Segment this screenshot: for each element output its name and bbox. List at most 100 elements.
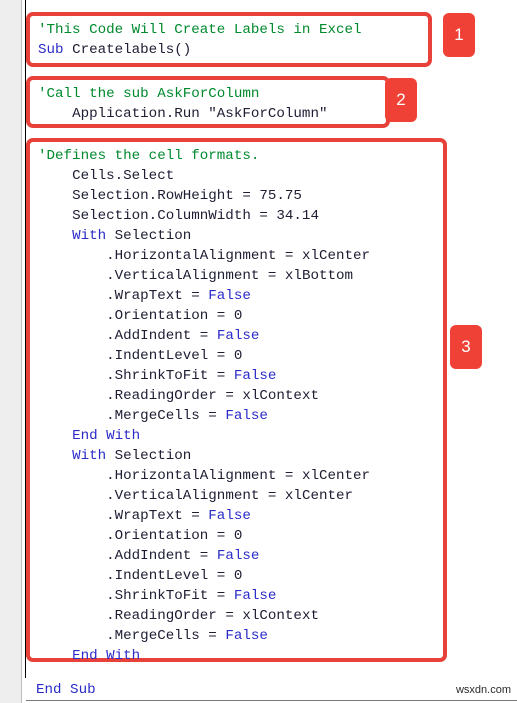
code-line: .ReadingOrder = xlContext <box>38 386 437 406</box>
code-line: .VerticalAlignment = xlCenter <box>38 486 437 506</box>
code-token-plain: .HorizontalAlignment = xlCenter <box>106 248 371 264</box>
code-token-keyword: False <box>225 408 268 424</box>
code-token-plain: Selection.ColumnWidth = 34.14 <box>72 208 319 224</box>
code-line: .HorizontalAlignment = xlCenter <box>38 466 437 486</box>
code-token-plain: .HorizontalAlignment = xlCenter <box>106 468 371 484</box>
code-token-plain: Createlabels() <box>72 42 192 58</box>
code-token-keyword: With <box>72 448 115 464</box>
code-line: Selection.ColumnWidth = 34.14 <box>38 206 437 226</box>
code-token-plain: .ReadingOrder = xlContext <box>106 388 319 404</box>
annotated-code-block-2: 'Call the sub AskForColumn Application.R… <box>26 76 390 128</box>
code-token-keyword: With <box>72 228 115 244</box>
code-line: .MergeCells = False <box>38 406 437 426</box>
annotation-badge-3: 3 <box>450 325 482 369</box>
code-token-keyword: False <box>216 548 260 564</box>
code-token-keyword: End With <box>72 428 141 444</box>
code-line: .Orientation = 0 <box>38 526 437 546</box>
code-token-plain: Selection.RowHeight = 75.75 <box>72 188 302 204</box>
code-line: .MergeCells = False <box>38 626 437 646</box>
code-token-comment: 'Call the sub AskForColumn <box>38 86 260 102</box>
end-sub-line: End Sub <box>36 682 96 698</box>
code-line: End With <box>38 646 437 666</box>
code-canvas: 'This Code Will Create Labels in Excel Su… <box>0 0 517 703</box>
code-line: Application.Run "AskForColumn" <box>38 104 380 124</box>
watermark-label: wsxdn.com <box>455 684 511 696</box>
code-line: .ShrinkToFit = False <box>38 586 437 606</box>
code-line: With Selection <box>38 446 437 466</box>
code-token-comment: 'This Code Will Create Labels in Excel <box>38 22 362 38</box>
code-line: 'Defines the cell formats. <box>38 146 437 166</box>
code-token-plain: .WrapText = <box>106 288 209 304</box>
code-token-plain: .AddIndent = <box>106 548 217 564</box>
annotated-code-block-1: 'This Code Will Create Labels in Excel Su… <box>26 12 432 67</box>
code-token-keyword: False <box>216 328 260 344</box>
code-token-plain: .Orientation = 0 <box>106 308 243 324</box>
code-token-plain: Cells.Select <box>72 168 175 184</box>
code-token-plain: Selection <box>114 448 192 464</box>
code-token-plain: .Orientation = 0 <box>106 528 243 544</box>
code-line: .IndentLevel = 0 <box>38 346 437 366</box>
code-token-plain: .IndentLevel = 0 <box>106 568 243 584</box>
code-token-plain: .MergeCells = <box>106 408 226 424</box>
code-line: .IndentLevel = 0 <box>38 566 437 586</box>
code-line: Selection.RowHeight = 75.75 <box>38 186 437 206</box>
code-line: .Orientation = 0 <box>38 306 437 326</box>
annotation-badge-1: 1 <box>443 13 475 57</box>
code-token-plain: .IndentLevel = 0 <box>106 348 243 364</box>
code-line: .WrapText = False <box>38 286 437 306</box>
code-line: .AddIndent = False <box>38 546 437 566</box>
code-token-plain: Application.Run "AskForColumn" <box>72 106 328 122</box>
code-line: .HorizontalAlignment = xlCenter <box>38 246 437 266</box>
code-token-plain: .VerticalAlignment = xlCenter <box>106 488 354 504</box>
code-token-keyword: False <box>208 508 251 524</box>
code-token-plain: .VerticalAlignment = xlBottom <box>106 268 354 284</box>
code-token-plain: .WrapText = <box>106 508 209 524</box>
code-line: Sub Createlabels() <box>38 40 422 60</box>
code-token-comment: 'Defines the cell formats. <box>38 148 260 164</box>
code-line: .WrapText = False <box>38 506 437 526</box>
code-line: End With <box>38 426 437 446</box>
bottom-divider <box>26 700 517 701</box>
code-token-plain: .AddIndent = <box>106 328 217 344</box>
code-line: With Selection <box>38 226 437 246</box>
code-line: Cells.Select <box>38 166 437 186</box>
code-line: .VerticalAlignment = xlBottom <box>38 266 437 286</box>
code-token-plain: .ShrinkToFit = <box>106 588 234 604</box>
code-token-keyword: Sub <box>38 42 73 58</box>
code-token-keyword: False <box>225 628 268 644</box>
code-token-plain: Selection <box>114 228 192 244</box>
code-token-keyword: End With <box>72 648 141 664</box>
annotated-code-block-3: 'Defines the cell formats. Cells.Select … <box>26 138 447 664</box>
code-token-keyword: False <box>233 368 277 384</box>
code-token-plain: .ShrinkToFit = <box>106 368 234 384</box>
annotation-badge-2: 2 <box>385 78 417 122</box>
code-token-keyword: False <box>233 588 277 604</box>
code-line: 'Call the sub AskForColumn <box>38 84 380 104</box>
code-line: .AddIndent = False <box>38 326 437 346</box>
